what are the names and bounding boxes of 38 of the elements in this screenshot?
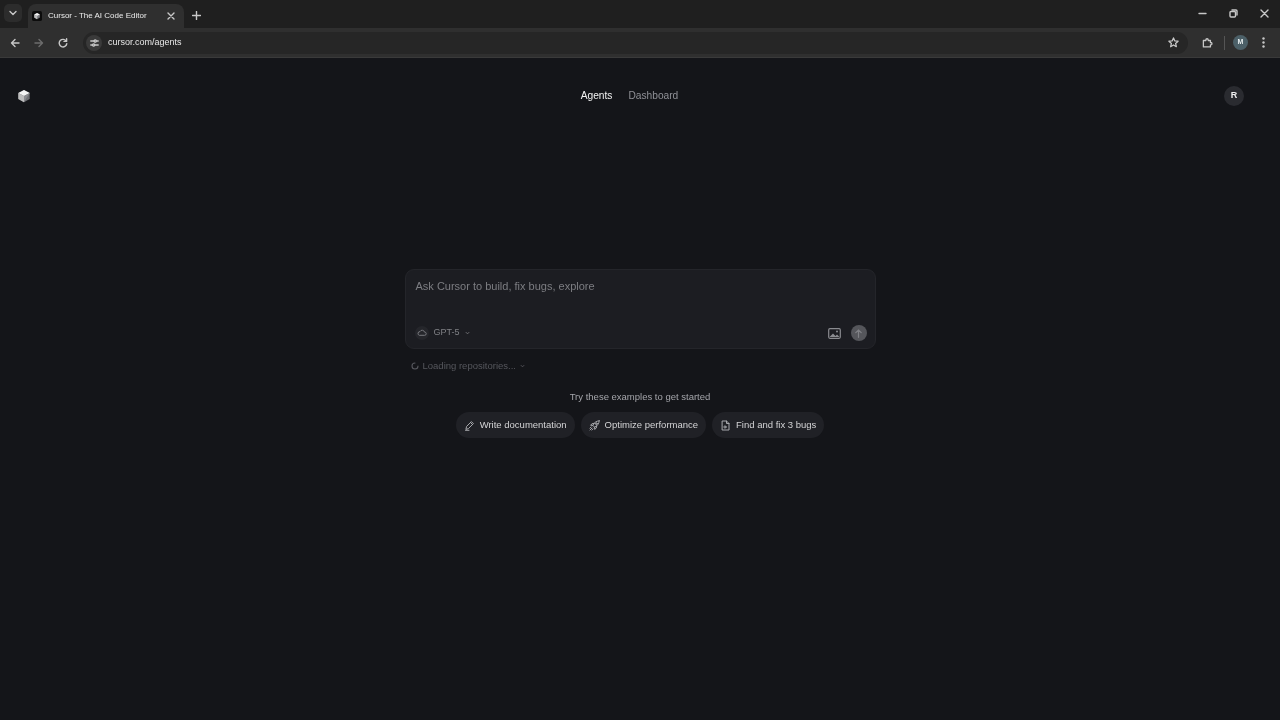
examples-heading: Try these examples to get started bbox=[568, 390, 712, 405]
reload-icon bbox=[58, 37, 68, 48]
puzzle-icon bbox=[1201, 37, 1213, 48]
browser-tab[interactable]: Cursor - The AI Code Editor bbox=[28, 4, 184, 28]
nav-link[interactable]: Agents bbox=[580, 88, 613, 104]
caret-icon bbox=[520, 364, 525, 369]
nav-link[interactable]: Dashboard bbox=[628, 88, 679, 104]
chevron-down-icon bbox=[9, 10, 17, 16]
kebab-menu-icon bbox=[1261, 37, 1265, 48]
prompt-field[interactable]: Ask Cursor to build, fix bugs, explore bbox=[414, 278, 867, 323]
cube-icon bbox=[32, 11, 42, 21]
composer-panel[interactable]: Ask Cursor to build, fix bugs, explore GPT-5 bbox=[404, 269, 876, 349]
close-icon bbox=[167, 12, 175, 20]
arrow-up-icon bbox=[855, 328, 862, 338]
example-prompt-button[interactable]: Optimize performance bbox=[580, 412, 707, 439]
avatar-button[interactable]: R bbox=[1224, 86, 1244, 106]
plus-icon bbox=[191, 10, 201, 20]
file-icon bbox=[720, 419, 732, 431]
attach-image-button[interactable] bbox=[826, 325, 843, 341]
star-icon bbox=[1167, 37, 1179, 48]
tab-list-button[interactable] bbox=[4, 4, 22, 22]
sliders-icon bbox=[89, 38, 99, 47]
forward-arrow-icon bbox=[34, 37, 44, 48]
model-selector[interactable]: GPT-5 bbox=[414, 326, 470, 340]
rocket-icon bbox=[588, 419, 600, 431]
restore-icon bbox=[1229, 8, 1238, 18]
cube-logo-icon[interactable] bbox=[17, 89, 31, 103]
back-arrow-icon bbox=[10, 37, 20, 48]
close-icon bbox=[1260, 8, 1269, 18]
example-prompt-button[interactable]: Write documentation bbox=[455, 412, 575, 439]
address-bar[interactable]: cursor.com/agents bbox=[83, 31, 1188, 54]
example-prompt-button[interactable]: Find and fix 3 bugs bbox=[712, 412, 825, 439]
image-icon bbox=[828, 327, 841, 339]
spinner-icon bbox=[410, 362, 419, 371]
caret-icon bbox=[464, 331, 470, 335]
cloud-icon bbox=[414, 326, 429, 340]
pen-icon bbox=[463, 419, 475, 431]
site-info-button[interactable] bbox=[86, 34, 102, 51]
